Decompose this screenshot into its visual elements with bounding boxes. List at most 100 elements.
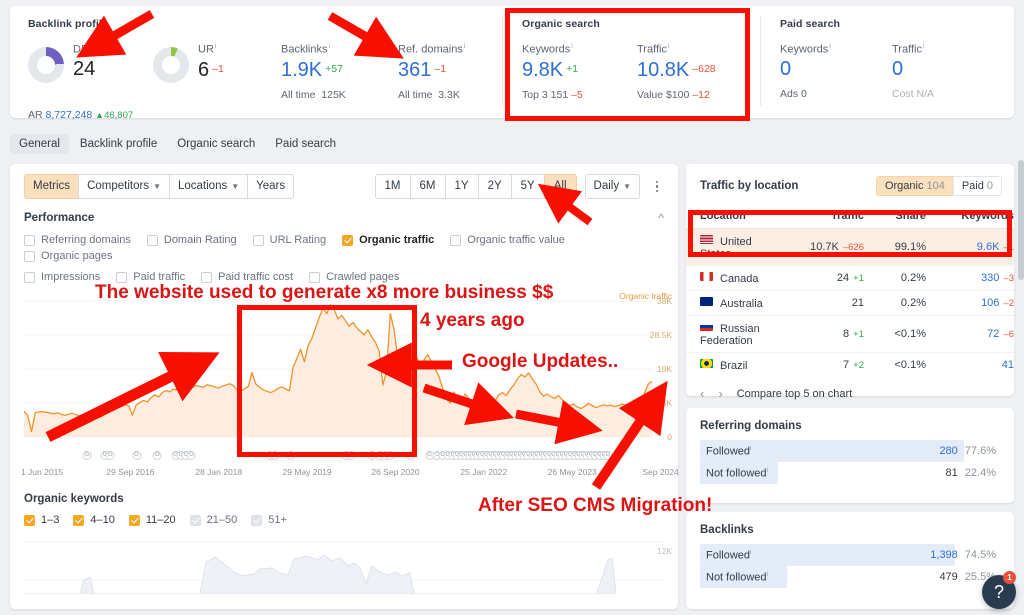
col-keywords[interactable]: Keywords: [926, 206, 1014, 229]
range-1y[interactable]: 1Y: [444, 174, 479, 199]
page-scrollbar[interactable]: [1018, 160, 1024, 280]
checkbox-organic-traffic[interactable]: Organic traffic: [342, 234, 434, 246]
col-location[interactable]: Location: [686, 206, 772, 229]
checkbox-positions-21-50[interactable]: 21–50: [189, 514, 237, 526]
followed-label: Followedi: [706, 444, 752, 458]
overview-card: Backlink profile DRi 24 URi 6 –1 Backlin…: [10, 6, 1014, 121]
table-row[interactable]: Russian Federation 8 +1 <0.1% 72 –6: [686, 315, 1014, 353]
y-axis-tick: 19K: [656, 364, 672, 374]
ur-value: 6 –1: [198, 58, 224, 81]
traffic-by-location-title: Traffic by location: [700, 180, 799, 192]
table-row[interactable]: Australia 21 0.2% 106 –2: [686, 290, 1014, 316]
granularity-dropdown[interactable]: Daily ▼: [584, 174, 640, 199]
table-row[interactable]: United States 10.7K –626 99.1% 9.6K –1: [686, 228, 1014, 266]
range-5y[interactable]: 5Y: [510, 174, 545, 199]
dr-label: DRi: [73, 43, 92, 56]
referring-domains-notfollowed-row[interactable]: Not followedi 81 22.4%: [700, 462, 1000, 484]
keywords-cell: 9.6K –1: [926, 228, 1014, 266]
backlinks-followed-row[interactable]: Followedi 1,398 74.5%: [700, 544, 1000, 566]
ref-domains-value: 361 –1: [398, 58, 447, 81]
organic-traffic-label: Traffici: [637, 43, 670, 56]
ahrefs-rank-gain: 46,807: [104, 109, 134, 121]
y-axis-tick: 28.5K: [649, 330, 672, 340]
organic-traffic-chart[interactable]: Organic traffic 38K 28.5K 19K 9.5K 0 GGGGGGG…: [10, 291, 678, 481]
kebab-menu-icon[interactable]: [650, 180, 664, 193]
referring-domains-followed-row[interactable]: Followedi 280 77.6%: [700, 440, 1000, 462]
table-row[interactable]: Brazil 7 +2 <0.1% 41: [686, 352, 1014, 377]
backlinks-title: Backlinks: [700, 524, 754, 536]
flag-icon-au: [700, 296, 713, 306]
location-cell: Brazil: [686, 352, 772, 377]
metric-organic-keywords: Keywordsi 9.8K +1 Top 3 151 –5: [522, 43, 637, 101]
chevron-down-icon: ▼: [623, 182, 631, 191]
tab-paid-search[interactable]: Paid search: [266, 134, 345, 154]
competitors-dropdown[interactable]: Competitors ▼: [78, 174, 170, 199]
ref-domains-label: Ref. domainsi: [398, 43, 466, 56]
bl-followed-pct: 74.5%: [964, 549, 996, 561]
checkbox-organic-pages[interactable]: Organic pages: [24, 250, 113, 262]
bl-followed-value: 1,398: [930, 549, 958, 561]
checkbox-positions-4-10[interactable]: 4–10: [73, 514, 115, 526]
share-cell: 0.2%: [864, 265, 926, 291]
range-2y[interactable]: 2Y: [477, 174, 512, 199]
col-traffic[interactable]: Traffic: [772, 206, 864, 229]
followed-value: 280: [939, 445, 958, 457]
collapse-chevron-icon[interactable]: ^: [658, 211, 664, 225]
table-row[interactable]: Canada 24 +1 0.2% 330 –3: [686, 265, 1014, 291]
organic-keywords-chart[interactable]: 12K: [10, 532, 678, 595]
dr-donut-icon: [28, 47, 64, 83]
checkbox-referring-domains[interactable]: Referring domains: [24, 234, 131, 246]
tab-backlink-profile[interactable]: Backlink profile: [71, 134, 166, 154]
backlink-profile-title: Backlink profile: [28, 18, 108, 30]
paid-search-title: Paid search: [780, 18, 841, 30]
referring-domains-header: Referring domains: [686, 408, 1014, 432]
section-tabs: General Backlink profile Organic search …: [10, 132, 345, 156]
ur-delta: –1: [212, 62, 224, 75]
checkbox-url-rating[interactable]: URL Rating: [252, 234, 326, 246]
keywords-cell: 72 –6: [926, 315, 1014, 353]
checkbox-positions-1-3[interactable]: 1–3: [24, 514, 59, 526]
range-6m[interactable]: 6M: [409, 174, 446, 199]
not-followed-label: Not followedi: [706, 466, 769, 480]
compare-top-5-link[interactable]: Compare top 5 on chart: [737, 388, 853, 400]
range-all[interactable]: All: [543, 174, 577, 199]
tab-organic-search[interactable]: Organic search: [168, 134, 264, 154]
checkbox-impressions[interactable]: Impressions: [24, 271, 100, 283]
location-cell: Canada: [686, 265, 772, 291]
not-followed-value: 81: [945, 467, 958, 479]
x-axis-tick: Sep 2024: [642, 467, 678, 477]
prev-page-icon[interactable]: ‹: [700, 386, 704, 401]
col-share[interactable]: Share: [864, 206, 926, 229]
checkbox-positions-51-plus[interactable]: 51+: [251, 514, 287, 526]
paid-keywords-subtext: Ads 0: [780, 87, 807, 100]
x-axis-tick: 1 Jun 2015: [20, 467, 64, 477]
x-axis-tick: 29 Sep 2016: [106, 467, 155, 477]
performance-title: Performance: [24, 212, 95, 224]
range-1m[interactable]: 1M: [374, 174, 411, 199]
y-axis-tick: 38K: [656, 296, 672, 306]
backlinks-notfollowed-row[interactable]: Not followedi 479 25.5%: [700, 566, 1000, 588]
flag-icon-ru: [700, 321, 713, 331]
metrics-button[interactable]: Metrics: [24, 174, 80, 199]
locations-dropdown[interactable]: Locations ▼: [168, 174, 249, 199]
organic-keywords-subtext: Top 3 151 –5: [522, 88, 583, 101]
chevron-down-icon: ▼: [231, 182, 240, 191]
toggle-paid[interactable]: Paid 0: [952, 176, 1002, 196]
flag-icon-us: [700, 234, 713, 244]
toggle-organic[interactable]: Organic 104: [875, 176, 954, 196]
location-table-header: Location Traffic Share Keywords: [686, 206, 1014, 229]
checkbox-domain-rating[interactable]: Domain Rating: [146, 234, 237, 246]
paid-keywords-label: Keywordsi: [780, 43, 831, 56]
checkbox-organic-traffic-value[interactable]: Organic traffic value: [450, 234, 565, 246]
paid-traffic-subtext: Cost N/A: [892, 87, 935, 100]
x-axis-tick: 25 Jan 2022: [460, 467, 508, 477]
metric-ur: URi 6 –1: [153, 43, 281, 101]
years-button[interactable]: Years: [247, 174, 295, 199]
tab-general[interactable]: General: [10, 134, 69, 154]
traffic-cell: 7 +2: [772, 352, 864, 377]
share-cell: 0.2%: [864, 290, 926, 316]
location-cell: Australia: [686, 290, 772, 316]
checkbox-positions-11-20[interactable]: 11–20: [128, 514, 176, 526]
share-cell: <0.1%: [864, 315, 926, 353]
next-page-icon[interactable]: ›: [718, 386, 722, 401]
